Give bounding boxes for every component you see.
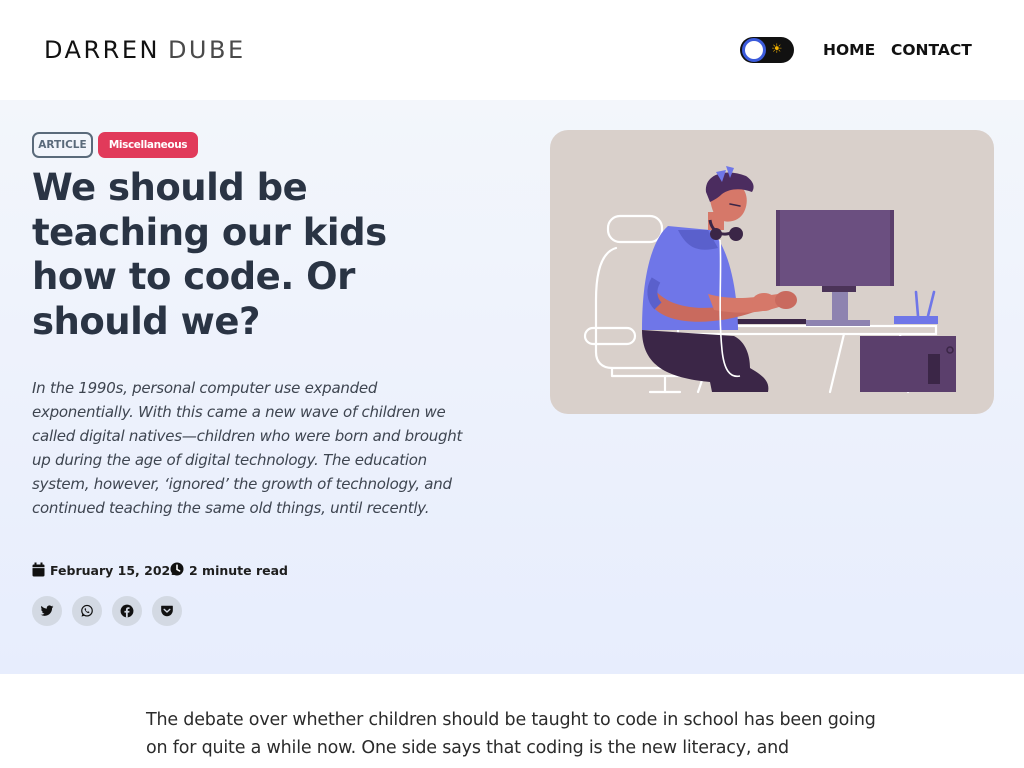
post-date: February 15, 2021 [32,562,179,580]
sun-icon: ☀ [771,42,783,57]
site-header: DARREN DUBE ☀ HOME CONTACT [0,0,1024,100]
share-twitter-button[interactable] [32,596,62,626]
facebook-icon [120,604,134,618]
post-excerpt: In the 1990s, personal computer use expa… [32,379,463,517]
calendar-icon [32,562,45,582]
clock-icon [170,562,184,581]
category-tag[interactable]: Miscellaneous [98,132,198,158]
theme-toggle-knob [742,38,766,62]
nav-home-link[interactable]: HOME [823,40,875,60]
share-pocket-button[interactable] [152,596,182,626]
post-read-time: 2 minute read [170,562,288,580]
theme-toggle[interactable]: ☀ [740,37,794,63]
twitter-icon [40,605,54,616]
post-date-text: February 15, 2021 [50,563,179,578]
post-title: We should be teaching our kids how to co… [32,166,387,343]
person-coding-illustration [583,166,956,394]
hero-illustration [550,130,994,414]
brand-last-name: DUBE [167,36,246,64]
post-read-time-text: 2 minute read [189,563,288,578]
share-facebook-button[interactable] [112,596,142,626]
brand-first-name: DARREN [44,36,160,64]
whatsapp-icon [81,604,93,617]
nav-contact-link[interactable]: CONTACT [891,40,972,60]
article-tag[interactable]: ARTICLE [32,132,93,158]
pocket-icon [161,605,173,617]
post-hero: ARTICLE Miscellaneous We should be teach… [0,100,1024,674]
site-logo[interactable]: DARREN DUBE [44,36,246,64]
share-whatsapp-button[interactable] [72,596,102,626]
article-body-intro: The debate over whether children should … [146,710,876,758]
